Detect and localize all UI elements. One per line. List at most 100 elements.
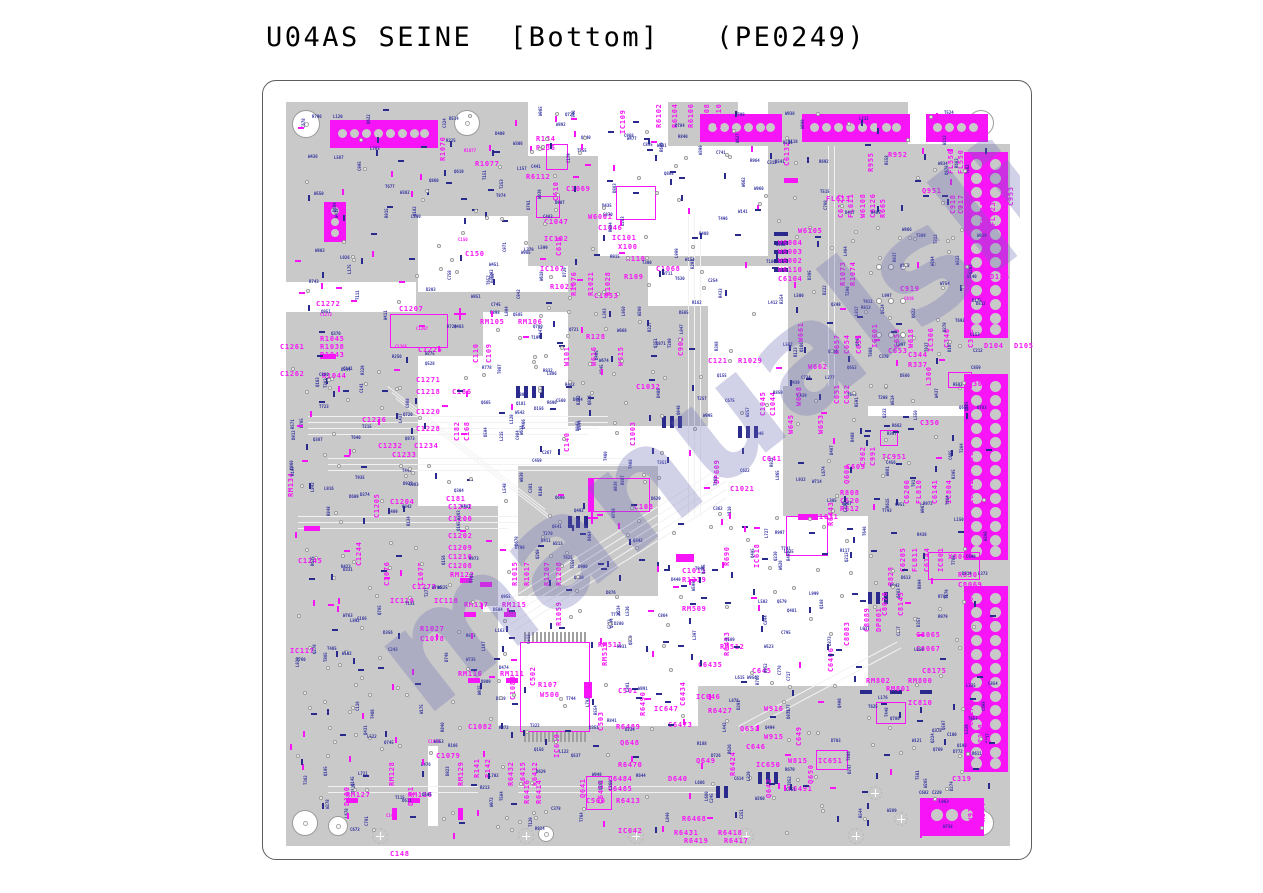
silkscreen-label: C6142 bbox=[967, 479, 975, 504]
component-refdes: Q507 bbox=[941, 720, 946, 730]
component-refdes: W668 bbox=[617, 328, 627, 333]
silkscreen-label: IC810 bbox=[908, 699, 933, 707]
component-refdes: D374 bbox=[360, 492, 370, 497]
component-refdes: D609 bbox=[332, 202, 337, 212]
component-refdes: L128 bbox=[509, 414, 514, 424]
component-refdes: Q955 bbox=[501, 594, 511, 599]
via bbox=[360, 626, 364, 630]
smd-pad bbox=[827, 322, 833, 325]
silkscreen-label: W815 bbox=[788, 757, 808, 765]
silkscreen-label: C1233 bbox=[392, 451, 417, 459]
via bbox=[684, 156, 688, 160]
component-refdes: R915 bbox=[384, 208, 389, 218]
component-refdes: T515 bbox=[820, 189, 830, 194]
via bbox=[929, 115, 933, 119]
component-refdes: C315 bbox=[767, 160, 777, 165]
smd-pad bbox=[668, 565, 671, 571]
smd-pad bbox=[809, 607, 812, 613]
silkscreen-label: R955 bbox=[867, 152, 875, 172]
silkscreen-label: W6002 bbox=[778, 257, 803, 265]
smd-pad bbox=[735, 812, 738, 818]
smd-pad bbox=[689, 450, 692, 456]
via bbox=[669, 668, 673, 672]
smd-pad bbox=[833, 438, 836, 444]
via bbox=[620, 359, 624, 363]
component-refdes: W599 bbox=[691, 581, 696, 591]
component-refdes: W260 bbox=[755, 796, 765, 801]
via bbox=[913, 617, 917, 621]
smd-pad bbox=[651, 355, 657, 358]
smd-pad bbox=[970, 698, 976, 701]
component-refdes: D729 bbox=[562, 267, 567, 277]
silkscreen-label: C148 bbox=[390, 850, 410, 858]
component-refdes: W289 bbox=[887, 808, 897, 813]
silkscreen-label: R6112 bbox=[526, 173, 551, 181]
component-refdes: D594 bbox=[483, 427, 488, 437]
via bbox=[916, 176, 920, 180]
via bbox=[869, 271, 873, 275]
component-refdes: W451 bbox=[489, 262, 499, 267]
smd-pad bbox=[899, 712, 902, 718]
smd-pad bbox=[751, 146, 754, 152]
smd-pad bbox=[499, 412, 505, 415]
component-refdes: W550 bbox=[314, 191, 324, 196]
component-refdes: R488 bbox=[850, 432, 855, 442]
component-refdes: C708 bbox=[823, 200, 828, 210]
smd-pad bbox=[301, 759, 304, 765]
via bbox=[678, 338, 682, 342]
silkscreen-label: Q648 bbox=[620, 739, 640, 747]
via bbox=[681, 714, 685, 718]
smd-pad bbox=[755, 209, 761, 212]
silkscreen-label: IC101 bbox=[612, 234, 637, 242]
component-refdes: D783 bbox=[977, 405, 987, 410]
silkscreen-label: R6414 bbox=[535, 779, 543, 804]
smd-pad bbox=[580, 533, 586, 536]
component-refdes: Q283 bbox=[598, 780, 603, 790]
via bbox=[864, 310, 868, 314]
via bbox=[851, 239, 855, 243]
component-refdes: C983 bbox=[409, 482, 419, 487]
smd-pad bbox=[421, 146, 427, 149]
component-refdes: R166 bbox=[448, 743, 458, 748]
component-refdes: L997 bbox=[882, 293, 892, 298]
component-refdes: R724 bbox=[447, 324, 457, 329]
component-refdes: T763 bbox=[469, 573, 474, 583]
silkscreen-label: C344 bbox=[908, 351, 928, 359]
component-refdes: R481 bbox=[461, 504, 471, 509]
via bbox=[338, 663, 342, 667]
via bbox=[408, 467, 412, 471]
smd-pad bbox=[509, 610, 515, 613]
silkscreen-label: Q642 bbox=[765, 778, 773, 798]
smd-pad bbox=[338, 598, 341, 604]
via bbox=[963, 169, 967, 173]
via bbox=[576, 575, 580, 579]
component-refdes: C770 bbox=[777, 665, 782, 675]
via bbox=[578, 151, 582, 155]
smd-pad bbox=[382, 390, 388, 393]
smd-pad bbox=[762, 558, 768, 561]
via bbox=[674, 164, 678, 168]
smd-pad bbox=[363, 518, 366, 524]
silkscreen-label: D104 bbox=[984, 342, 1004, 350]
component-refdes: W278 bbox=[325, 799, 330, 809]
smd-pad bbox=[947, 199, 950, 205]
component-refdes: Q278 bbox=[312, 644, 317, 654]
smd-pad bbox=[383, 109, 389, 112]
smd-pad bbox=[509, 637, 515, 640]
via bbox=[339, 520, 343, 524]
component-refdes: L916 bbox=[324, 486, 334, 491]
smd-pad bbox=[772, 267, 778, 270]
smd-pad bbox=[629, 539, 632, 545]
smd-pad bbox=[500, 549, 506, 552]
component-refdes: W972 bbox=[489, 797, 494, 807]
component-refdes: D247 bbox=[847, 764, 852, 774]
via bbox=[499, 696, 503, 700]
component-refdes: Q193 bbox=[957, 743, 967, 748]
component-refdes: C378 bbox=[551, 806, 561, 811]
component-refdes: W899 bbox=[800, 119, 805, 129]
component-refdes: T937 bbox=[924, 342, 929, 352]
via bbox=[524, 241, 528, 245]
via bbox=[457, 630, 461, 634]
silkscreen-label: C1021 bbox=[730, 485, 755, 493]
via bbox=[816, 112, 820, 116]
